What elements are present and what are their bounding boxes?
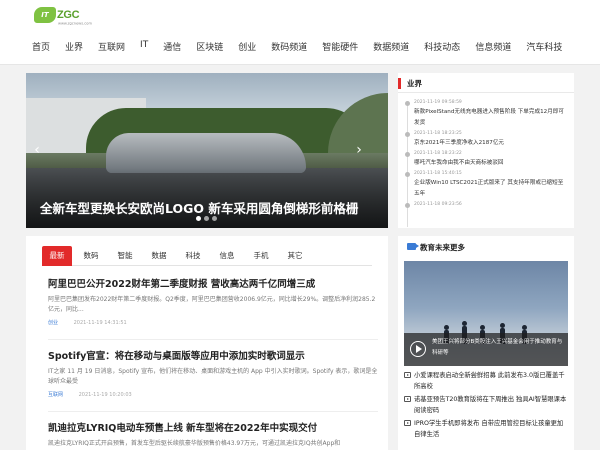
industry-header: 业界 — [398, 73, 574, 93]
carousel-dots — [196, 216, 217, 221]
video-icon — [404, 396, 411, 402]
tab-digital[interactable]: 数码 — [76, 246, 106, 266]
main-nav: 首页 业界 互联网 IT 通信 区块链 创业 数码频道 智能硬件 数据频道 科技… — [32, 40, 577, 54]
timeline-item: 2021-11-18 09:23:56 — [404, 201, 568, 209]
nav-item-auto-tech[interactable]: 汽车科技 — [526, 40, 562, 54]
timeline-dot — [405, 101, 410, 106]
video-list-item[interactable]: 诺基亚预告T20教育版将在下周推出 独具AI智慧眼课本阅读密码 — [404, 394, 568, 416]
timeline-time: 2021-11-19 09:58:59 — [414, 100, 462, 105]
tab-latest[interactable]: 最新 — [42, 246, 72, 266]
article-title[interactable]: Spotify官宣：将在移动与桌面版等应用中添加实时歌词显示 — [48, 348, 378, 362]
article-title[interactable]: 阿里巴巴公开2022财年第二季度财报 营收高达两千亿同增三成 — [48, 276, 378, 290]
article-category[interactable]: 创业 — [48, 320, 58, 326]
timeline-item: 2021-11-18 18:23:22 哪吒汽车我命由我不由天商标被驳回 — [404, 150, 568, 169]
article-item: 阿里巴巴公开2022财年第二季度财报 营收高达两千亿同增三成 阿里巴巴集团发布2… — [48, 276, 378, 326]
featured-video[interactable]: 美团王兴将部分B类股注入王兴基金会用于推动教育与科研等 — [404, 261, 568, 366]
timeline-item: 2021-11-18 15:40:15 企业版Win10 LTSC2021正式版… — [404, 170, 568, 200]
timeline-text[interactable]: 哪吒汽车我命由我不由天商标被驳回 — [414, 158, 568, 169]
article-category[interactable]: 互联网 — [48, 392, 63, 398]
article-meta: 互联网 2021-11-19 10:20:03 — [48, 391, 378, 398]
video-camera-icon — [407, 243, 419, 250]
play-icon[interactable] — [410, 341, 426, 357]
timeline-text[interactable]: 企业版Win10 LTSC2021正式版来了 其支持年限或已缩短至五年 — [414, 178, 568, 200]
header: IT ZGC www.zgcnews.com 首页 业界 互联网 IT 通信 区… — [0, 0, 600, 65]
carousel-dot[interactable] — [196, 216, 201, 221]
nav-item-industry[interactable]: 业界 — [65, 40, 83, 54]
hero-carousel[interactable]: ‹ › 全新车型更换长安欧尚LOGO 新车采用圆角倒梯形前格栅 — [26, 73, 388, 228]
logo-badge: IT — [34, 7, 56, 23]
article-summary: 阿里巴巴集团发布2022财年第二季度财报。Q2季度，阿里巴巴集团营收2006.9… — [48, 296, 376, 313]
timeline-item: 2021-11-19 09:58:59 新款PixelStand无线充电器进入预… — [404, 99, 568, 129]
video-icon — [404, 372, 411, 378]
timeline-dot — [405, 132, 410, 137]
category-tabs: 最新 数码 智能 数据 科技 信息 手机 其它 — [42, 246, 372, 266]
nav-item-info[interactable]: 信息频道 — [475, 40, 511, 54]
video-list-text[interactable]: IPRO学生手机即将发布 自带应用管控目标让孩童更加自律生活 — [414, 418, 568, 440]
article-item: 凯迪拉克LYRIQ电动车预售上线 新车型将在2022年中实现交付 凯迪拉克LYR… — [48, 420, 378, 450]
nav-item-digital[interactable]: 数码频道 — [271, 40, 307, 54]
timeline-dot — [405, 203, 410, 208]
article-item: Spotify官宣：将在移动与桌面版等应用中添加实时歌词显示 IT之家 11 月… — [48, 348, 378, 398]
logo[interactable]: IT ZGC www.zgcnews.com — [34, 7, 96, 29]
article-time: 2021-11-19 14:31:51 — [73, 320, 127, 326]
nav-item-smart-hardware[interactable]: 智能硬件 — [322, 40, 358, 54]
tab-data[interactable]: 数据 — [144, 246, 174, 266]
article-title[interactable]: 凯迪拉克LYRIQ电动车预售上线 新车型将在2022年中实现交付 — [48, 420, 378, 434]
education-title[interactable]: 教育未来更多 — [420, 242, 465, 253]
video-list-item[interactable]: IPRO学生手机即将发布 自带应用管控目标让孩童更加自律生活 — [404, 418, 568, 440]
nav-item-blockchain[interactable]: 区块链 — [196, 40, 223, 54]
video-icon — [404, 420, 411, 426]
video-caption-bar: 美团王兴将部分B类股注入王兴基金会用于推动教育与科研等 — [404, 333, 568, 366]
timeline-time: 2021-11-18 09:23:56 — [414, 202, 462, 207]
education-panel: 教育未来更多 美团王兴将部分B类股注入王兴基金会用于推动教育与科研等 小爱课程表… — [398, 236, 574, 450]
video-list-text[interactable]: 诺基亚预告T20教育版将在下周推出 独具AI智慧眼课本阅读密码 — [414, 394, 568, 416]
chevron-left-icon[interactable]: ‹ — [30, 143, 44, 157]
nav-item-telecom[interactable]: 通信 — [163, 40, 181, 54]
timeline-text[interactable]: 京东2021年三季度净收入2187亿元 — [414, 138, 568, 149]
article-summary: IT之家 11 月 19 日消息，Spotify 宣布，他们将在移动、桌面和游戏… — [48, 368, 378, 385]
industry-panel: 业界 2021-11-19 09:58:59 新款PixelStand无线充电器… — [398, 73, 574, 228]
timeline-time: 2021-11-18 18:23:25 — [414, 131, 462, 136]
timeline-item: 2021-11-18 18:23:25 京东2021年三季度净收入2187亿元 — [404, 130, 568, 149]
article-meta: 创业 2021-11-19 14:31:51 — [48, 319, 378, 326]
video-list-item[interactable]: 小爱课程表启动全新尝鲜招募 此前发布3.0版已覆盖千所高校 — [404, 370, 568, 392]
accent-bar — [398, 78, 401, 89]
video-list-text[interactable]: 小爱课程表启动全新尝鲜招募 此前发布3.0版已覆盖千所高校 — [414, 370, 568, 392]
timeline-dot — [405, 152, 410, 157]
nav-item-it[interactable]: IT — [140, 40, 148, 54]
carousel-dot[interactable] — [204, 216, 209, 221]
hero-title[interactable]: 全新车型更换长安欧尚LOGO 新车采用圆角倒梯形前格栅 — [40, 198, 358, 217]
nav-item-data[interactable]: 数据频道 — [373, 40, 409, 54]
education-header: 教育未来更多 — [398, 236, 574, 258]
tab-smart[interactable]: 智能 — [110, 246, 140, 266]
timeline-text[interactable]: 新款PixelStand无线充电器进入预售阶段 下单完成12月即可发货 — [414, 107, 568, 129]
nav-item-home[interactable]: 首页 — [32, 40, 50, 54]
logo-brand: ZGC — [57, 9, 80, 21]
timeline-dot — [405, 172, 410, 177]
news-panel: 最新 数码 智能 数据 科技 信息 手机 其它 阿里巴巴公开2022财年第二季度… — [26, 236, 388, 450]
video-list: 小爱课程表启动全新尝鲜招募 此前发布3.0版已覆盖千所高校 诺基亚预告T20教育… — [404, 370, 568, 442]
industry-title[interactable]: 业界 — [407, 78, 422, 89]
news-timeline: 2021-11-19 09:58:59 新款PixelStand无线充电器进入预… — [404, 99, 568, 227]
timeline-time: 2021-11-18 15:40:15 — [414, 171, 462, 176]
logo-subtitle: www.zgcnews.com — [58, 21, 92, 26]
article-summary: 凯迪拉克LYRIQ正式开启预售，首发车型后驱长续航豪华版预售价格43.97万元，… — [48, 440, 341, 447]
tab-phone[interactable]: 手机 — [246, 246, 276, 266]
tab-tech[interactable]: 科技 — [178, 246, 208, 266]
video-caption[interactable]: 美团王兴将部分B类股注入王兴基金会用于推动教育与科研等 — [432, 337, 564, 359]
nav-item-startup[interactable]: 创业 — [238, 40, 256, 54]
nav-item-tech-news[interactable]: 科技动态 — [424, 40, 460, 54]
nav-item-internet[interactable]: 互联网 — [98, 40, 125, 54]
chevron-right-icon[interactable]: › — [352, 143, 366, 157]
divider — [48, 339, 378, 340]
article-time: 2021-11-19 10:20:03 — [78, 392, 132, 398]
tab-info[interactable]: 信息 — [212, 246, 242, 266]
timeline-time: 2021-11-18 18:23:22 — [414, 151, 462, 156]
divider — [48, 411, 378, 412]
tab-other[interactable]: 其它 — [280, 246, 310, 266]
carousel-dot[interactable] — [212, 216, 217, 221]
